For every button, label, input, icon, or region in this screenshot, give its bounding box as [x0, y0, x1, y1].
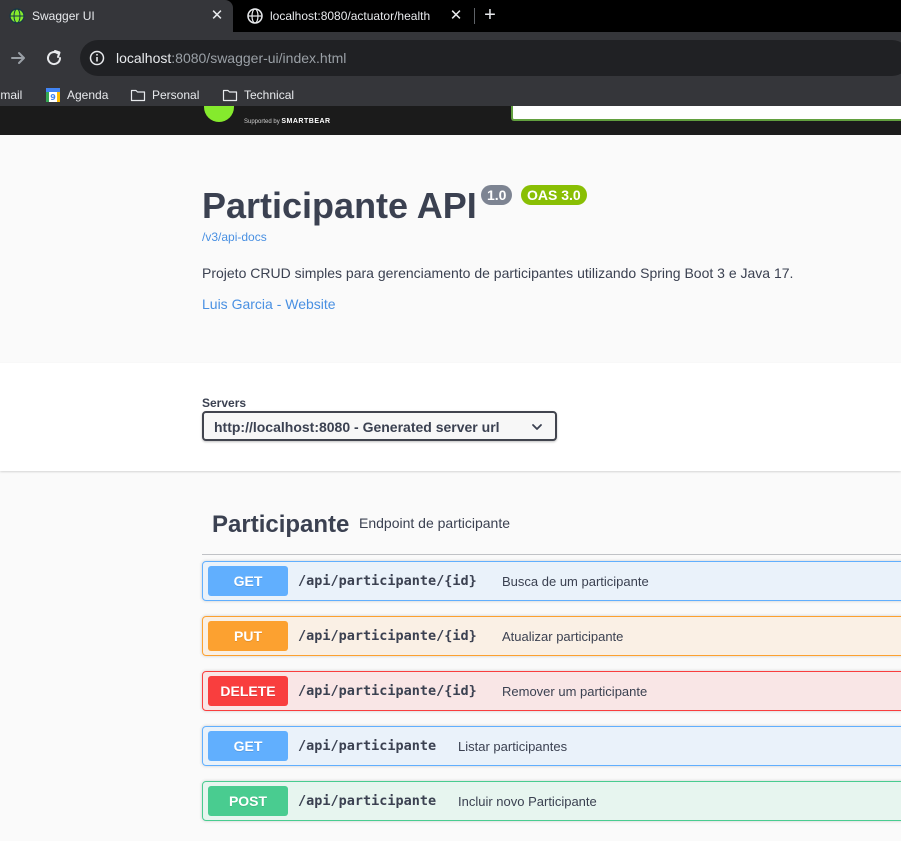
- chevron-down-icon: [532, 424, 542, 430]
- operation-get-list[interactable]: GET /api/participante Listar participant…: [202, 726, 901, 766]
- swagger-logo[interactable]: [204, 106, 234, 122]
- tab-title: localhost:8080/actuator/health: [270, 9, 431, 23]
- tab-actuator-health[interactable]: localhost:8080/actuator/health ✕: [238, 0, 472, 32]
- page-title: Participante API: [202, 185, 477, 226]
- swagger-topbar: Supported by SMARTBEAR: [0, 106, 901, 135]
- forward-arrow-icon[interactable]: [6, 46, 30, 70]
- folder-icon: [222, 89, 238, 102]
- method-badge: DELETE: [208, 676, 288, 706]
- address-path: :8080/swagger-ui/index.html: [171, 50, 347, 66]
- operation-path: /api/participante/{id}: [298, 683, 477, 699]
- supported-by-smartbear: Supported by SMARTBEAR: [244, 118, 331, 125]
- method-badge: PUT: [208, 621, 288, 651]
- spec-url-link[interactable]: /v3/api-docs: [202, 230, 267, 244]
- bookmark-personal[interactable]: Personal: [130, 87, 199, 103]
- version-badge: 1.0: [481, 185, 513, 205]
- contact-link[interactable]: Luis Garcia - Website: [202, 296, 336, 312]
- bookmark-technical[interactable]: Technical: [222, 87, 294, 103]
- method-badge: GET: [208, 566, 288, 596]
- tag-description: Endpoint de participante: [359, 515, 510, 531]
- reload-icon[interactable]: [42, 46, 66, 70]
- address-url: localhost:8080/swagger-ui/index.html: [116, 50, 346, 66]
- operation-summary: Busca de um participante: [502, 574, 649, 589]
- api-description: Projeto CRUD simples para gerenciamento …: [202, 265, 794, 281]
- tab-swagger-ui[interactable]: Swagger UI ✕: [0, 0, 233, 32]
- operation-summary: Incluir novo Participante: [458, 794, 597, 809]
- tag-name: Participante: [212, 511, 350, 538]
- operation-summary: Listar participantes: [458, 739, 568, 754]
- servers-selected-value: http://localhost:8080 - Generated server…: [214, 419, 500, 435]
- operation-put-by-id[interactable]: PUT /api/participante/{id} Atualizar par…: [202, 616, 901, 656]
- operation-delete-by-id[interactable]: DELETE /api/participante/{id} Remover um…: [202, 671, 901, 711]
- tab-separator: [474, 8, 475, 24]
- close-icon[interactable]: ✕: [209, 8, 225, 24]
- close-icon[interactable]: ✕: [448, 8, 464, 24]
- browser-toolbar: localhost:8080/swagger-ui/index.html: [0, 32, 901, 84]
- operation-post-create[interactable]: POST /api/participante Incluir novo Part…: [202, 781, 901, 821]
- folder-icon: [130, 89, 146, 102]
- tag-section-header[interactable]: Participante Endpoint de participante: [202, 505, 901, 555]
- tab-title: Swagger UI: [32, 9, 95, 23]
- globe-green-icon: [9, 8, 25, 24]
- site-info-icon[interactable]: [89, 50, 105, 66]
- bookmark-label: Technical: [244, 88, 295, 102]
- bookmark-gmail[interactable]: Gmail: [0, 87, 22, 103]
- bookmark-label: Personal: [152, 88, 200, 102]
- calendar-icon: 9: [46, 88, 60, 102]
- operation-get-by-id[interactable]: GET /api/participante/{id} Busca de um p…: [202, 561, 901, 601]
- globe-icon: [247, 8, 263, 24]
- explore-input[interactable]: [511, 106, 901, 121]
- bookmark-label: Gmail: [0, 88, 23, 102]
- method-badge: POST: [208, 786, 288, 816]
- address-host: localhost: [116, 50, 172, 66]
- servers-label: Servers: [202, 396, 247, 410]
- operation-path: /api/participante/{id}: [298, 573, 477, 589]
- oas-badge: OAS 3.0: [521, 185, 587, 205]
- svg-text:9: 9: [50, 93, 56, 102]
- operation-summary: Atualizar participante: [502, 629, 624, 644]
- operation-path: /api/participante: [298, 793, 437, 809]
- supported-by-text: Supported by: [244, 119, 280, 125]
- operation-path: /api/participante: [298, 738, 437, 754]
- api-info: Participante API 1.0 OAS 3.0 /v3/api-doc…: [0, 135, 901, 363]
- browser-tab-bar: Swagger UI ✕ localhost:8080/actuator/hea…: [0, 0, 901, 32]
- address-bar[interactable]: localhost:8080/swagger-ui/index.html: [80, 40, 901, 76]
- brand-text: SMARTBEAR: [281, 118, 331, 125]
- operation-summary: Remover um participante: [502, 684, 648, 699]
- servers-select[interactable]: http://localhost:8080 - Generated server…: [202, 411, 557, 441]
- method-badge: GET: [208, 731, 288, 761]
- servers-section: Servers http://localhost:8080 - Generate…: [0, 363, 901, 471]
- operation-path: /api/participante/{id}: [298, 628, 477, 644]
- bookmark-label: Agenda: [67, 88, 109, 102]
- new-tab-icon[interactable]: +: [480, 5, 500, 25]
- bookmark-agenda[interactable]: 9 Agenda: [45, 87, 108, 103]
- bookmarks-bar: Gmail 9 Agenda Personal Technical: [0, 84, 901, 106]
